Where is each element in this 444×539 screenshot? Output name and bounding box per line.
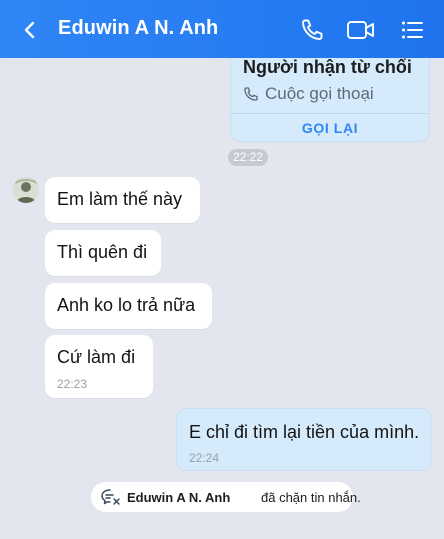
video-call-icon[interactable] [346, 18, 376, 42]
call-card-divider [231, 113, 429, 114]
back-chevron-icon[interactable] [20, 20, 40, 40]
incoming-message[interactable]: Cứ làm đi 22:23 [45, 335, 153, 398]
contact-avatar[interactable] [13, 177, 39, 203]
message-time: 22:24 [189, 451, 220, 465]
message-text: Cứ làm đi [57, 347, 136, 367]
incoming-message[interactable]: Em làm thế này [45, 177, 200, 223]
menu-list-icon[interactable] [400, 18, 424, 42]
blocked-notice: Eduwin A N. Anh đã chặn tin nhắn. [91, 482, 361, 512]
message-time: 22:23 [57, 377, 88, 391]
incoming-message[interactable]: Anh ko lo trả nữa [45, 283, 212, 329]
message-text: E chỉ đi tìm lại tiền của mình. [189, 422, 420, 442]
blocked-message-icon [100, 487, 122, 512]
message-text: Em làm thế này [57, 189, 183, 209]
incoming-message[interactable]: Thì quên đi [45, 230, 161, 276]
message-text: Thì quên đi [57, 242, 148, 262]
call-card-time: 22:22 [228, 149, 269, 166]
blocked-notice-text: đã chặn tin nhắn. [261, 490, 361, 505]
outgoing-message[interactable]: E chỉ đi tìm lại tiền của mình. 22:24 [176, 408, 431, 471]
call-card-subtitle: Cuộc gọi thoại [265, 84, 374, 103]
message-text: Anh ko lo trả nữa [57, 295, 196, 315]
chat-screen: Người nhận từ chối Cuộc gọi thoại GỌI LẠ… [0, 0, 444, 539]
call-back-button[interactable]: GỌI LẠI [231, 120, 429, 136]
blocked-by-name: Eduwin A N. Anh [127, 490, 231, 505]
chat-header: Eduwin A N. Anh [0, 0, 444, 58]
phone-icon[interactable] [300, 18, 324, 42]
call-card-title: Người nhận từ chối [243, 57, 412, 77]
phone-small-icon [243, 86, 259, 107]
contact-name[interactable]: Eduwin A N. Anh [58, 17, 218, 40]
